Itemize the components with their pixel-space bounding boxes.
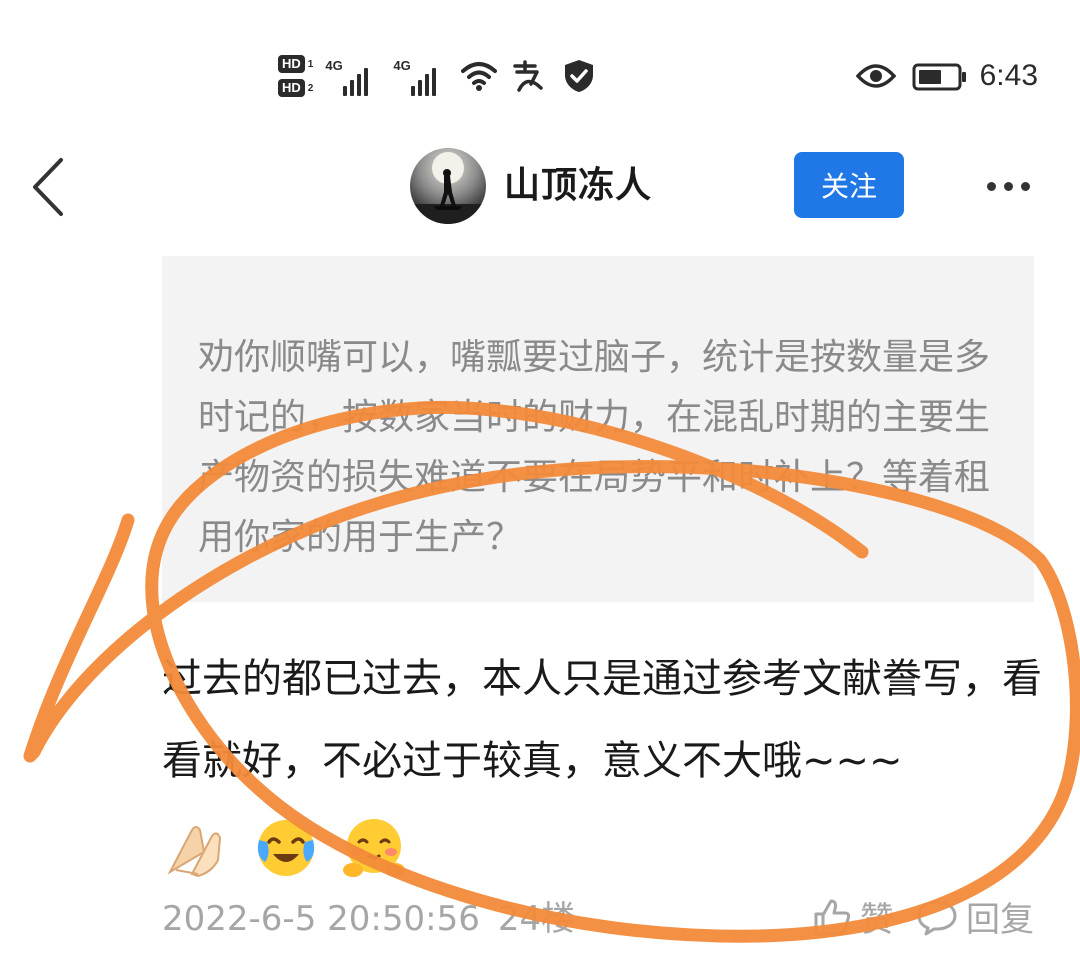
clock-time: 6:43 xyxy=(979,59,1038,92)
more-options-button[interactable] xyxy=(978,166,1038,206)
hd-badge-1: HD 1 xyxy=(278,55,313,73)
comment-body: 过去的都已过去，本人只是通过参考文献誊写，看看就好，不必过于较真，意义不大哦~~… xyxy=(162,638,1042,886)
thumbs-up-icon xyxy=(814,899,851,935)
follow-button[interactable]: 关注 xyxy=(794,152,904,218)
like-button[interactable]: 赞 xyxy=(812,892,894,941)
shield-check-icon xyxy=(559,56,599,96)
quoted-reply[interactable]: 劝你顺嘴可以，嘴瓢要过脑子，统计是按数量是多时记的，按数家当时的财力，在混乱时期… xyxy=(162,256,1034,602)
comment-text: 过去的都已过去，本人只是通过参考文献誊写，看看就好，不必过于较真，意义不大哦~~… xyxy=(162,656,1042,784)
pray-hands-emoji xyxy=(167,826,222,878)
chevron-left-icon xyxy=(33,158,63,216)
more-dot-icon xyxy=(1003,181,1013,191)
emoji-row xyxy=(162,804,415,886)
hd-sim-number: 2 xyxy=(307,82,314,94)
like-label: 赞 xyxy=(860,900,894,940)
more-dot-icon xyxy=(1020,181,1030,191)
hd-sim-number: 1 xyxy=(307,58,314,70)
wifi-icon xyxy=(459,56,499,96)
alipay-icon xyxy=(509,56,549,96)
reply-label: 回复 xyxy=(966,900,1034,940)
hd-label: HD xyxy=(278,55,305,73)
app-screen: HD 1 HD 2 4G 4G 6:43 山顶冻人 关注 劝你顺嘴可以，嘴瓢要过… xyxy=(0,0,1080,956)
network-type: 4G xyxy=(393,58,411,73)
reply-button[interactable]: 回复 xyxy=(916,892,1034,941)
crying-laughing-emoji xyxy=(257,820,314,876)
battery-icon xyxy=(912,63,966,91)
network-type: 4G xyxy=(325,58,343,73)
username[interactable]: 山顶冻人 xyxy=(504,162,652,210)
post-header: 山顶冻人 关注 xyxy=(0,140,1080,232)
quoted-reply-text: 劝你顺嘴可以，嘴瓢要过脑子，统计是按数量是多时记的，按数家当时的财力，在混乱时期… xyxy=(198,337,991,558)
hd-indicators: HD 1 HD 2 xyxy=(278,55,313,97)
comment-meta: 2022-6-5 20:50:56 24楼 xyxy=(162,894,575,944)
hd-label: HD xyxy=(278,79,305,97)
eye-icon xyxy=(855,56,896,96)
signal-icon: 4G xyxy=(323,52,381,100)
signal-bars xyxy=(343,68,369,96)
signal-icon: 4G xyxy=(391,52,449,100)
more-dot-icon xyxy=(986,181,996,191)
hd-badge-2: HD 2 xyxy=(278,79,313,97)
comment-bubble-icon xyxy=(917,900,957,935)
blushing-hug-emoji xyxy=(343,819,406,877)
signal-bars xyxy=(411,68,437,96)
status-bar: HD 1 HD 2 4G 4G 6:43 xyxy=(0,40,1080,110)
post-datetime: 2022-6-5 20:50:56 xyxy=(162,899,480,939)
avatar[interactable] xyxy=(410,148,486,224)
back-button[interactable] xyxy=(22,152,72,222)
floor-number: 24楼 xyxy=(497,899,576,939)
comment-actions: 赞 回复 xyxy=(812,892,1034,941)
status-right: 6:43 xyxy=(855,46,1038,106)
status-left: HD 1 HD 2 4G 4G xyxy=(278,46,599,106)
